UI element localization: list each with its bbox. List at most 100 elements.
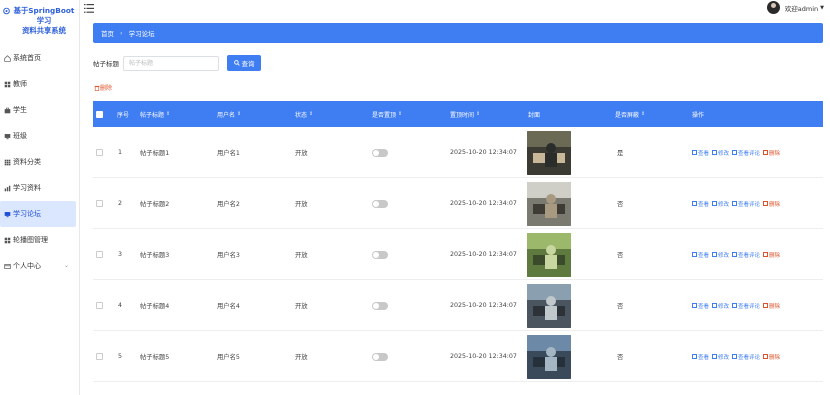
view-icon xyxy=(692,252,697,257)
home-icon xyxy=(4,54,11,62)
edit-button[interactable]: 修改 xyxy=(712,353,729,361)
delete-button[interactable]: 删除 xyxy=(763,302,780,310)
cover-thumbnail xyxy=(527,334,571,379)
col-pinned[interactable]: 是否置顶 ⇕ xyxy=(372,101,402,127)
view-button[interactable]: 查看 xyxy=(692,200,709,208)
pin-toggle[interactable] xyxy=(372,280,388,331)
delete-button[interactable]: 删除 xyxy=(763,200,780,208)
col-blocked[interactable]: 是否屏蔽 ⇕ xyxy=(615,101,645,127)
col-status[interactable]: 状态 ⇕ xyxy=(295,101,313,127)
view-comments-button[interactable]: 查看评论 xyxy=(732,302,760,310)
sidebar-item-forum[interactable]: 学习论坛 xyxy=(0,201,76,227)
sidebar-item-materials[interactable]: 学习资料 xyxy=(0,175,79,201)
view-comments-button[interactable]: 查看评论 xyxy=(732,251,760,259)
sidebar-item-material-categories[interactable]: 资料分类 xyxy=(0,149,79,175)
sidebar-item-label: 资料分类 xyxy=(13,158,41,166)
col-title[interactable]: 帖子标题 ⇕ xyxy=(140,101,170,127)
sidebar-item-label: 学生 xyxy=(13,106,27,114)
row-status: 开放 xyxy=(295,150,308,157)
trash-icon xyxy=(763,150,769,155)
chevron-down-icon: ⌄ xyxy=(63,262,69,269)
sort-icon: ⇕ xyxy=(309,111,314,117)
col-user[interactable]: 用户名 ⇕ xyxy=(217,101,241,127)
pin-toggle[interactable] xyxy=(372,229,388,280)
row-actions: 查看 修改 查看评论 删除 xyxy=(692,178,783,229)
col-pin-time[interactable]: 置顶时间 ⇕ xyxy=(450,101,480,127)
query-button-label: 查询 xyxy=(241,60,255,68)
pin-toggle[interactable] xyxy=(372,127,388,178)
edit-icon xyxy=(712,201,718,206)
cover-image[interactable] xyxy=(527,229,571,280)
table-row: 5 帖子标题5 用户名5 开放 2025-10-20 12:34:07 否 查看… xyxy=(93,331,823,382)
sidebar-item-students[interactable]: 学生 xyxy=(0,97,79,123)
grid-icon xyxy=(4,237,11,243)
cover-image[interactable] xyxy=(527,280,571,331)
view-comments-button[interactable]: 查看评论 xyxy=(732,353,760,361)
cover-image[interactable] xyxy=(527,127,571,178)
table-body: 1 帖子标题1 用户名1 开放 2025-10-20 12:34:07 是 查看… xyxy=(93,127,823,382)
user-greeting: 欢迎admin xyxy=(784,4,819,13)
row-blocked: 否 xyxy=(617,303,624,310)
view-comments-button[interactable]: 查看评论 xyxy=(732,149,760,157)
cover-image[interactable] xyxy=(527,331,571,382)
view-button[interactable]: 查看 xyxy=(692,302,709,310)
row-title: 帖子标题4 xyxy=(140,303,170,310)
view-button[interactable]: 查看 xyxy=(692,149,709,157)
edit-icon xyxy=(712,303,718,308)
table-header: 序号 帖子标题 ⇕ 用户名 ⇕ 状态 ⇕ 是否置顶 ⇕ 置顶时间 ⇕ 封面 是否屏蔽 ⇕ 操… xyxy=(93,101,823,127)
table-row: 2 帖子标题2 用户名2 开放 2025-10-20 12:34:07 否 查看… xyxy=(93,178,823,229)
delete-button[interactable]: 删除 xyxy=(763,251,780,259)
sidebar-item-label: 学习资料 xyxy=(13,184,41,192)
edit-button[interactable]: 修改 xyxy=(712,149,729,157)
row-checkbox[interactable] xyxy=(96,229,103,280)
avatar xyxy=(766,1,780,14)
app-title-line1: 基于SpringBoot学习 xyxy=(13,6,75,25)
edit-button[interactable]: 修改 xyxy=(712,251,729,259)
sidebar-item-carousel[interactable]: 轮播图管理 xyxy=(0,227,79,253)
row-checkbox[interactable] xyxy=(96,127,103,178)
breadcrumb: 首页 › 学习论坛 xyxy=(93,23,823,43)
delete-button[interactable]: 删除 xyxy=(763,353,780,361)
row-checkbox[interactable] xyxy=(96,331,103,382)
view-icon xyxy=(692,354,697,359)
sidebar-item-teachers[interactable]: 教师 xyxy=(0,71,79,97)
row-index: 1 xyxy=(118,149,123,156)
row-pin-time: 2025-10-20 12:34:07 xyxy=(450,302,517,309)
trash-icon xyxy=(763,354,769,359)
trash-icon xyxy=(763,252,769,257)
view-comments-button[interactable]: 查看评论 xyxy=(732,200,760,208)
edit-button[interactable]: 修改 xyxy=(712,302,729,310)
monitor-icon xyxy=(4,211,11,217)
row-title: 帖子标题3 xyxy=(140,252,170,259)
view-button[interactable]: 查看 xyxy=(692,353,709,361)
sidebar-menu: 系统首页 教师 学生 班级 资料分类 学习资料 学习论坛 轮播图管理 个人中心 … xyxy=(0,45,79,279)
cover-image[interactable] xyxy=(527,178,571,229)
pin-toggle[interactable] xyxy=(372,178,388,229)
pin-toggle[interactable] xyxy=(372,331,388,382)
batch-delete-button[interactable]: 删除 xyxy=(94,83,112,92)
user-menu[interactable]: 欢迎admin ▼ xyxy=(766,1,824,14)
row-checkbox[interactable] xyxy=(96,280,103,331)
forum-table: 序号 帖子标题 ⇕ 用户名 ⇕ 状态 ⇕ 是否置顶 ⇕ 置顶时间 ⇕ 封面 是否屏蔽 ⇕ 操… xyxy=(93,101,823,382)
search-input[interactable] xyxy=(123,55,219,71)
sidebar-item-classes[interactable]: 班级 xyxy=(0,123,79,149)
comment-icon xyxy=(732,150,738,155)
delete-button[interactable]: 删除 xyxy=(763,149,780,157)
view-button[interactable]: 查看 xyxy=(692,251,709,259)
logo-icon xyxy=(3,7,10,15)
bag-icon xyxy=(4,107,11,113)
sidebar-item-profile[interactable]: 个人中心 ⌄ xyxy=(0,253,79,279)
row-status: 开放 xyxy=(295,252,308,259)
row-blocked: 否 xyxy=(617,354,624,361)
sidebar-item-home[interactable]: 系统首页 xyxy=(0,45,79,71)
menu-toggle-icon[interactable] xyxy=(84,4,94,13)
row-index: 5 xyxy=(118,353,123,360)
query-button[interactable]: 查询 xyxy=(227,55,261,71)
row-checkbox[interactable] xyxy=(96,178,103,229)
breadcrumb-home[interactable]: 首页 xyxy=(101,28,114,38)
table-row: 3 帖子标题3 用户名3 开放 2025-10-20 12:34:07 否 查看… xyxy=(93,229,823,280)
select-all-checkbox[interactable] xyxy=(96,101,103,127)
comment-icon xyxy=(732,201,738,206)
cover-thumbnail xyxy=(527,181,571,226)
edit-button[interactable]: 修改 xyxy=(712,200,729,208)
